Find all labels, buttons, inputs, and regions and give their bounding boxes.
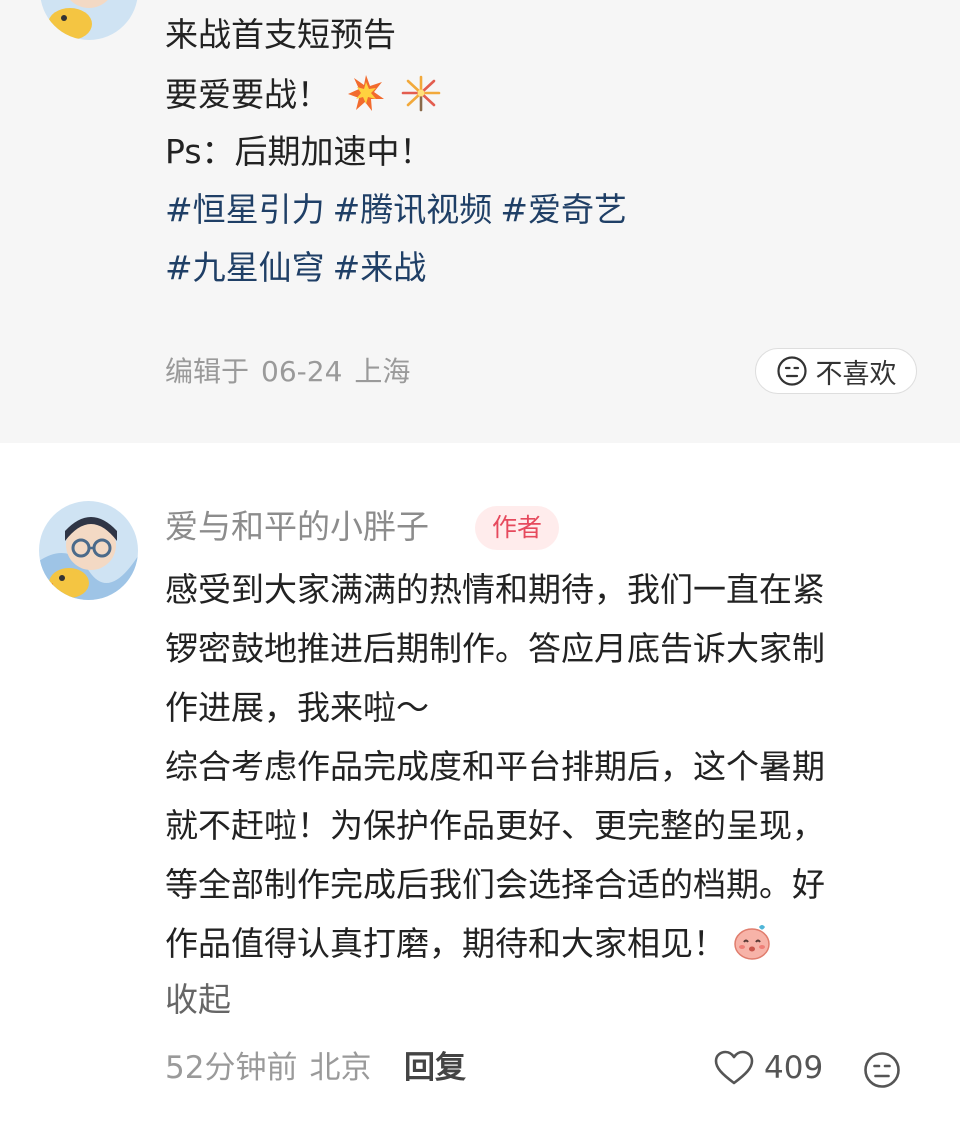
comment-time: 52分钟前 (165, 1050, 298, 1086)
tag-row-2: #九星仙穹 #来战 (165, 248, 434, 288)
comment-meta: 52分钟前 北京 (165, 1048, 371, 1088)
post-date: 06-24 (261, 355, 343, 388)
post-line-3: Ps：后期加速中！ (165, 132, 433, 171)
post-location: 上海 (354, 355, 411, 388)
tag-link[interactable]: #来战 (333, 248, 427, 287)
collision-emoji-icon (347, 74, 385, 121)
sparkler-emoji-icon (401, 74, 441, 121)
neutral-face-icon (776, 356, 807, 386)
comment-line: 作进展，我来啦～ (165, 688, 429, 727)
screen: 来战首支短预告 要爱要战！ Ps：后期加速中！ #恒星引力 #腾讯视频 #爱奇艺… (0, 0, 960, 1138)
neutral-face-icon (864, 1052, 900, 1088)
tag-link[interactable]: #九星仙穹 (165, 248, 325, 287)
collapse-link[interactable]: 收起 (165, 978, 231, 1022)
tag-row-1: #恒星引力 #腾讯视频 #爱奇艺 (165, 190, 635, 230)
comment-line: 感受到大家满满的热情和期待，我们一直在紧 (165, 570, 825, 609)
post-line-2: 要爱要战！ (165, 74, 441, 121)
post-author-avatar[interactable] (40, 0, 138, 40)
post-line-1: 来战首支短预告 (165, 15, 396, 54)
dislike-label: 不喜欢 (815, 358, 897, 390)
comment-author-avatar[interactable] (39, 501, 138, 600)
tag-link[interactable]: #恒星引力 (165, 190, 325, 229)
comment-dislike-button[interactable] (862, 1050, 902, 1090)
comment-line: 综合考虑作品完成度和平台排期后，这个暑期 (165, 747, 825, 786)
like-button[interactable]: 409 (714, 1046, 823, 1090)
like-count: 409 (764, 1050, 824, 1086)
comment-location: 北京 (309, 1050, 372, 1086)
tag-link[interactable]: #腾讯视频 (333, 190, 493, 229)
heart-icon (714, 1050, 754, 1085)
author-badge: 作者 (475, 506, 560, 550)
post-meta: 编辑于 06-24 上海 (165, 354, 422, 390)
post-line-2-text: 要爱要战！ (165, 75, 330, 114)
comment-line: 锣密鼓地推进后期制作。答应月底告诉大家制 (165, 629, 825, 668)
edited-label: 编辑于 (165, 355, 250, 388)
comment-author-name[interactable]: 爱与和平的小胖子 (165, 506, 429, 548)
original-post: 来战首支短预告 要爱要战！ Ps：后期加速中！ #恒星引力 #腾讯视频 #爱奇艺… (0, 0, 960, 443)
tag-link[interactable]: #爱奇艺 (500, 190, 627, 229)
comment-body: 感受到大家满满的热情和期待，我们一直在紧 锣密鼓地推进后期制作。答应月底告诉大家… (165, 560, 917, 973)
comment-line-text: 作品值得认真打磨，期待和大家相见！ (165, 924, 726, 963)
comment-line: 等全部制作完成后我们会选择合适的档期。好 (165, 865, 825, 904)
blushing-face-icon (732, 920, 772, 979)
dislike-button[interactable]: 不喜欢 (755, 348, 917, 394)
comment-line-last: 作品值得认真打磨，期待和大家相见！ (165, 914, 917, 973)
reply-button[interactable]: 回复 (404, 1048, 466, 1088)
comment-line: 就不赶啦！为保护作品更好、更完整的呈现， (165, 806, 825, 845)
